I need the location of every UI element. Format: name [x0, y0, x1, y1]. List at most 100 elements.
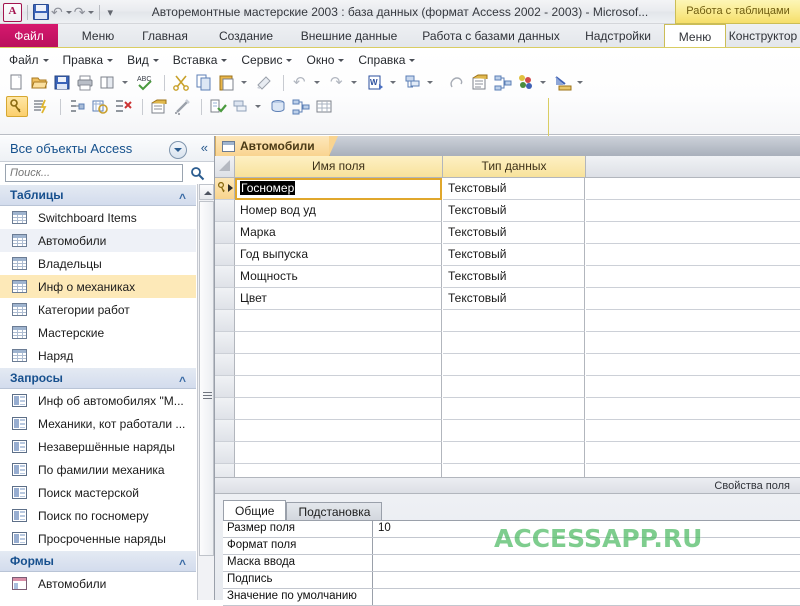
- nav-item-avtomobili[interactable]: Автомобили: [0, 229, 196, 252]
- chevron-down-circle-icon[interactable]: [169, 141, 187, 159]
- menu-edit[interactable]: Правка: [56, 51, 121, 69]
- primary-key-icon[interactable]: [6, 96, 28, 117]
- data-type-cell[interactable]: [443, 310, 585, 332]
- nav-item-kategorii-rabot[interactable]: Категории работ: [0, 298, 196, 321]
- nav-group-forms[interactable]: Формы ^: [0, 550, 196, 572]
- paste-icon[interactable]: [217, 73, 237, 92]
- nav-item-query-7[interactable]: Просроченные наряды: [0, 527, 196, 550]
- row-selector[interactable]: [215, 354, 235, 376]
- data-type-cell[interactable]: Текстовый: [443, 222, 585, 244]
- column-header-description[interactable]: [586, 156, 800, 177]
- row-selector[interactable]: [215, 442, 235, 464]
- spelling-check-icon[interactable]: ABC: [135, 73, 155, 92]
- field-name-cell[interactable]: Номер вод уд: [235, 200, 442, 222]
- code-icon[interactable]: [447, 73, 467, 92]
- property-row[interactable]: Подпись: [223, 572, 800, 589]
- description-cell[interactable]: [586, 178, 800, 200]
- field-name-cell[interactable]: Год выпуска: [235, 244, 442, 266]
- description-cell[interactable]: [586, 354, 800, 376]
- data-type-cell[interactable]: Текстовый: [443, 288, 585, 310]
- field-name-cell[interactable]: [235, 420, 442, 442]
- tab-general[interactable]: Общие: [223, 500, 287, 521]
- undo-arrow-icon[interactable]: ↶: [290, 73, 310, 92]
- row-selector[interactable]: [215, 244, 235, 266]
- tab-design[interactable]: Конструктор: [726, 24, 800, 48]
- menu-help[interactable]: Справка: [351, 51, 422, 69]
- nav-group-queries[interactable]: Запросы ^: [0, 367, 196, 389]
- nav-item-query-6[interactable]: Поиск по госномеру: [0, 504, 196, 527]
- table-row-empty[interactable]: [215, 442, 800, 464]
- data-type-cell[interactable]: Текстовый: [443, 266, 585, 288]
- field-name-cell[interactable]: Госномер: [235, 178, 442, 200]
- column-header-field-name[interactable]: Имя поля: [235, 156, 443, 177]
- nav-item-masterskie[interactable]: Мастерские: [0, 321, 196, 344]
- row-selector[interactable]: [215, 332, 235, 354]
- field-name-cell[interactable]: Цвет: [235, 288, 442, 310]
- new-object-dropdown-icon[interactable]: [540, 81, 546, 84]
- nav-item-query-3[interactable]: Незавершённые наряды: [0, 435, 196, 458]
- nav-item-vladelcy[interactable]: Владельцы: [0, 252, 196, 275]
- print-preview-icon[interactable]: [98, 73, 118, 92]
- datasheet-view-icon[interactable]: [314, 97, 334, 116]
- redo-arrow-icon[interactable]: ↷: [327, 73, 347, 92]
- tab-external-data[interactable]: Внешние данные: [290, 24, 408, 48]
- description-cell[interactable]: [586, 442, 800, 464]
- save-icon[interactable]: [33, 4, 49, 20]
- tab-create[interactable]: Создание: [206, 24, 286, 48]
- data-type-cell[interactable]: Текстовый: [443, 178, 585, 200]
- office-links-word-icon[interactable]: W: [366, 73, 386, 92]
- undo-icon[interactable]: ↶: [51, 5, 63, 19]
- tab-database-tools[interactable]: Работа с базами данных: [410, 24, 572, 48]
- nav-pane-scrollbar[interactable]: [197, 184, 214, 600]
- tab-menu-1[interactable]: Меню: [70, 24, 126, 48]
- description-cell[interactable]: [586, 376, 800, 398]
- print-icon[interactable]: [75, 73, 95, 92]
- data-type-cell[interactable]: Текстовый: [443, 244, 585, 266]
- row-selector[interactable]: [215, 376, 235, 398]
- analyze-icon[interactable]: [403, 73, 423, 92]
- property-value[interactable]: [374, 572, 800, 588]
- table-row-empty[interactable]: [215, 354, 800, 376]
- properties-icon[interactable]: [470, 73, 490, 92]
- field-name-cell[interactable]: [235, 310, 442, 332]
- property-row[interactable]: Значение по умолчанию: [223, 589, 800, 606]
- scrollbar-thumb[interactable]: [199, 201, 214, 556]
- row-selector[interactable]: [215, 310, 235, 332]
- insert-rows-icon[interactable]: [67, 97, 87, 116]
- build-icon[interactable]: [553, 73, 573, 92]
- search-input[interactable]: [5, 164, 183, 182]
- field-name-cell[interactable]: [235, 332, 442, 354]
- nav-item-form-avtomobili[interactable]: Автомобили: [0, 572, 196, 595]
- table-row-empty[interactable]: [215, 420, 800, 442]
- row-selector[interactable]: [215, 398, 235, 420]
- copy-icon[interactable]: [194, 73, 214, 92]
- row-selector[interactable]: [215, 222, 235, 244]
- description-cell[interactable]: [586, 398, 800, 420]
- database-window-icon[interactable]: [268, 97, 288, 116]
- field-name-cell[interactable]: Марка: [235, 222, 442, 244]
- data-type-cell[interactable]: [443, 354, 585, 376]
- nav-item-switchboard-items[interactable]: Switchboard Items: [0, 206, 196, 229]
- description-cell[interactable]: [586, 200, 800, 222]
- field-name-cell[interactable]: Мощность: [235, 266, 442, 288]
- undo-dropdown-icon-2[interactable]: [314, 81, 320, 84]
- table-row-empty[interactable]: [215, 398, 800, 420]
- menu-view[interactable]: Вид: [120, 51, 166, 69]
- cut-scissors-icon[interactable]: [171, 73, 191, 92]
- menu-file[interactable]: Файл: [2, 51, 56, 69]
- lookup-wizard-icon[interactable]: [90, 97, 110, 116]
- print-preview-dropdown-icon[interactable]: [122, 81, 128, 84]
- description-cell[interactable]: [586, 332, 800, 354]
- relationships-icon[interactable]: [493, 73, 513, 92]
- nav-item-naryad[interactable]: Наряд: [0, 344, 196, 367]
- scroll-up-icon[interactable]: [199, 184, 214, 200]
- data-type-cell[interactable]: [443, 332, 585, 354]
- row-selector[interactable]: [215, 420, 235, 442]
- description-cell[interactable]: [586, 288, 800, 310]
- nav-item-query-5[interactable]: Поиск мастерской: [0, 481, 196, 504]
- data-type-cell[interactable]: [443, 442, 585, 464]
- table-row[interactable]: Марка Текстовый: [215, 222, 800, 244]
- customize-qat-icon[interactable]: ▾: [105, 6, 113, 19]
- nav-item-query-2[interactable]: Механики, кот работали ...: [0, 412, 196, 435]
- data-type-cell[interactable]: Текстовый: [443, 200, 585, 222]
